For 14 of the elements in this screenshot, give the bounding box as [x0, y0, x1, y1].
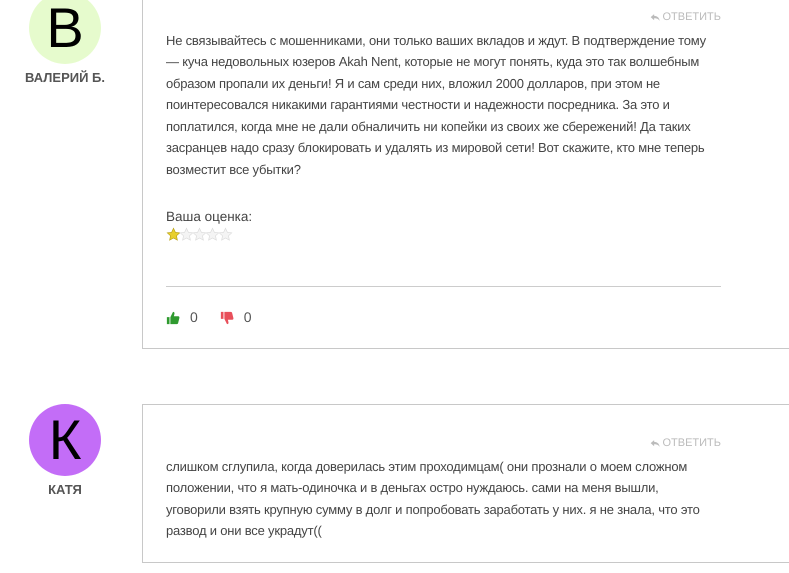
reply-icon — [650, 438, 662, 449]
star-rating[interactable] — [166, 227, 233, 242]
reply-icon — [650, 12, 662, 23]
avatar: К — [29, 404, 101, 476]
comment-text: Не связывайтесь с мошенниками, они только ваших вкладов и ждут. В подтверждение тому — куча недовольных юзеров Akah Nent, которые не могут понять, куда это так волшебным образом пропали их деньги! Я и сам среди них, вложил 2000 долларов, при этом не поинтересовался никакими гарантиями честности и надежности посредника. За это и поплатился, когда мне не дали обналичить ни копейки из своих же сбережений! Да таких засранцев надо сразу блокировать и удалять из мировой сети! Вот скажите, кто мне теперь возместит все убытки? — [166, 32, 707, 179]
like-button[interactable]: 0 — [166, 307, 198, 328]
avatar: В — [29, 0, 101, 64]
thumbs-up-icon — [166, 310, 180, 325]
dislike-button[interactable]: 0 — [220, 307, 252, 328]
rating-label: Ваша оценка: — [166, 208, 254, 226]
thumbs-down-icon — [220, 310, 234, 325]
author-name: ВАЛЕРИЙ Б. — [24, 69, 105, 87]
author-name: КАТЯ — [48, 481, 82, 500]
comment-text: слишком сглупила, когда доверилась этим проходимцам( они прознали о моем сложном положении, что я мать-одиночка и в деньгах остро нуждаюсь. сами на меня вышли, уговорили взять крупную сумму в долг и попробовать заработать у них. я не знала, что это развод и они все украдут(( — [166, 458, 701, 540]
